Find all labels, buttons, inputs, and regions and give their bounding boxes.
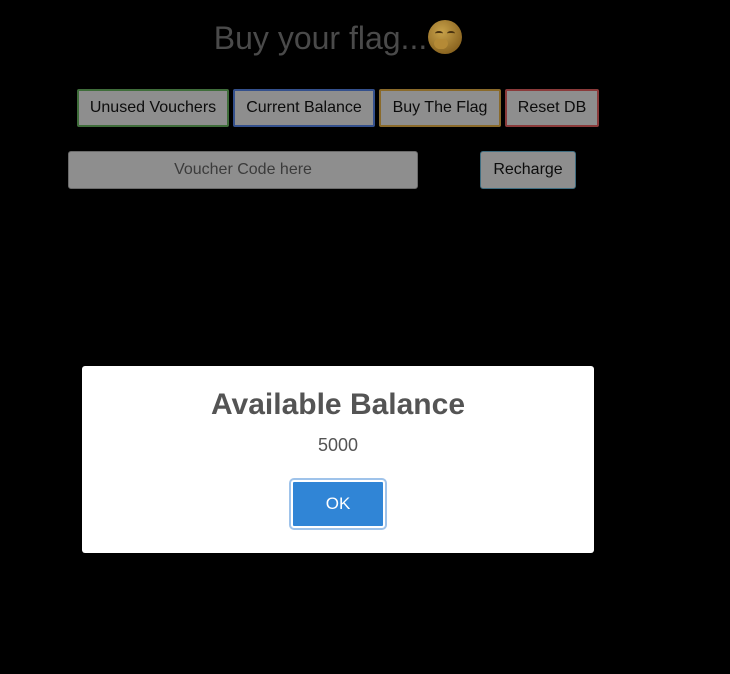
balance-value: 5000 [317,435,359,455]
page: Buy your flag... Unused Vouchers Current… [0,0,730,674]
face-with-hand-over-mouth-icon [428,20,463,54]
ok-button[interactable]: OK [291,480,385,528]
page-title-text: Buy your flag... [213,20,428,56]
page-title: Buy your flag... [0,16,676,60]
current-balance-button[interactable]: Current Balance [233,89,375,127]
unused-vouchers-button[interactable]: Unused Vouchers [77,89,229,127]
recharge-button[interactable]: Recharge [480,151,576,189]
balance-dialog: Available Balance 5000 OK [82,366,594,553]
dialog-title: Available Balance [210,388,466,421]
voucher-code-input[interactable] [68,151,418,189]
buy-the-flag-button[interactable]: Buy The Flag [379,89,501,127]
reset-db-button[interactable]: Reset DB [505,89,599,127]
